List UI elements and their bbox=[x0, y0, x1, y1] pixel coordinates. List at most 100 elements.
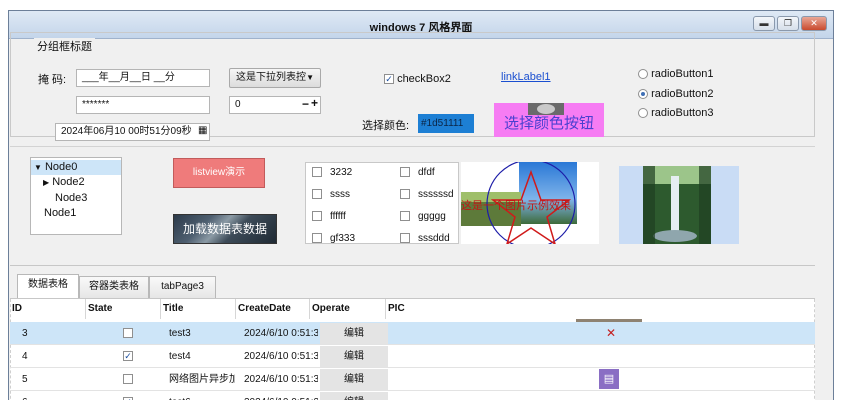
tree-node-2[interactable]: ▶ Node2 bbox=[43, 175, 85, 190]
maximize-button[interactable]: ❐ bbox=[777, 16, 799, 31]
cell-date: 2024/6/10 0:51:3 bbox=[244, 391, 318, 400]
radio-2-circle[interactable] bbox=[638, 89, 648, 100]
row-checkbox[interactable] bbox=[123, 374, 133, 385]
column-header-title[interactable]: Title bbox=[161, 299, 236, 319]
stepper-minus-icon[interactable]: − bbox=[302, 97, 309, 111]
waterfall-picture bbox=[619, 166, 739, 244]
checkbox2-label: checkBox2 bbox=[397, 73, 451, 85]
radio-button-1[interactable]: radioButton1 bbox=[638, 68, 713, 80]
cell-state[interactable]: ✓ bbox=[123, 391, 133, 400]
radio-button-3[interactable]: radioButton3 bbox=[638, 107, 713, 119]
color-value-box[interactable]: #1d51111 bbox=[418, 114, 474, 133]
list-item-checkbox[interactable] bbox=[312, 189, 322, 200]
link-label[interactable]: linkLabel1 bbox=[501, 71, 551, 83]
check-list-view[interactable]: 3232 dfdf ssss ssssssd ffffff ggggg gf33… bbox=[305, 162, 459, 244]
row-checkbox[interactable]: ✓ bbox=[123, 351, 133, 362]
list-item[interactable]: 3232 bbox=[312, 167, 352, 178]
chevron-down-icon: ▼ bbox=[306, 73, 314, 82]
cell-state[interactable]: ✓ bbox=[123, 345, 133, 368]
list-item-label: 3232 bbox=[330, 167, 353, 178]
cell-state[interactable] bbox=[123, 322, 133, 345]
star-picture: 这是一个图片示例效果 bbox=[461, 162, 599, 244]
color-select-button[interactable]: 选择颜色按钮 bbox=[494, 103, 604, 137]
radio-3-circle[interactable] bbox=[638, 108, 648, 119]
listview-demo-button[interactable]: listview演示 bbox=[173, 158, 265, 188]
checkbox2[interactable]: ✓ checkBox2 bbox=[384, 73, 451, 85]
column-header-createdate[interactable]: CreateDate bbox=[236, 299, 310, 319]
edit-button[interactable]: 编辑 bbox=[320, 369, 388, 390]
radio-3-label: radioButton3 bbox=[651, 107, 714, 119]
radio-1-circle[interactable] bbox=[638, 69, 648, 80]
list-item-checkbox[interactable] bbox=[312, 211, 322, 222]
cell-id: 3 bbox=[22, 328, 28, 339]
list-item-checkbox[interactable] bbox=[400, 189, 410, 200]
book-icon[interactable]: ▤ bbox=[599, 369, 619, 389]
tab-page3[interactable]: tabPage3 bbox=[149, 276, 216, 298]
radio-1-label: radioButton1 bbox=[651, 68, 714, 80]
password-input[interactable]: ******* bbox=[76, 96, 210, 114]
column-header-operate[interactable]: Operate bbox=[310, 299, 386, 319]
list-item-label: ssssssd bbox=[418, 189, 454, 200]
edit-button[interactable]: 编辑 bbox=[320, 392, 388, 400]
data-grid[interactable]: ID State Title CreateDate Operate PIC 3 … bbox=[10, 298, 815, 400]
column-header-state[interactable]: State bbox=[86, 299, 161, 319]
radio-button-2[interactable]: radioButton2 bbox=[638, 88, 713, 100]
tree-node-1[interactable]: Node1 bbox=[44, 206, 76, 221]
close-button[interactable]: ✕ bbox=[801, 16, 827, 31]
cell-title: test4 bbox=[169, 351, 191, 362]
radio-2-label: radioButton2 bbox=[651, 88, 714, 100]
list-item-checkbox[interactable] bbox=[400, 211, 410, 222]
datetime-value: 2024年06月10 00时51分09秒 bbox=[61, 126, 192, 137]
list-item-label: ggggg bbox=[418, 211, 446, 222]
table-row[interactable]: 6 ✓ test6 2024/6/10 0:51:3 编辑 bbox=[10, 391, 815, 400]
list-item[interactable]: ssss bbox=[312, 189, 350, 200]
tree-node-0[interactable]: ▼ Node0 bbox=[31, 160, 121, 175]
cell-title: test3 bbox=[169, 328, 191, 339]
list-item-checkbox[interactable] bbox=[400, 167, 410, 178]
minimize-button[interactable]: ▬ bbox=[753, 16, 775, 31]
list-item[interactable]: ssssssd bbox=[400, 189, 454, 200]
edit-button[interactable]: 编辑 bbox=[320, 346, 388, 367]
dropdown-combo[interactable]: 这是下拉列表控 ▼ bbox=[229, 68, 321, 88]
color-label: 选择颜色: bbox=[362, 120, 410, 132]
datetime-picker[interactable]: 2024年06月10 00时51分09秒 bbox=[55, 123, 210, 141]
list-item-label: ssss bbox=[330, 189, 350, 200]
list-item-checkbox[interactable] bbox=[312, 233, 322, 243]
calendar-icon[interactable]: ▦ bbox=[198, 125, 207, 136]
tab-data-table[interactable]: 数据表格 bbox=[17, 274, 79, 299]
tree-node-label: Node3 bbox=[55, 192, 88, 204]
masked-input[interactable]: ___年__月__日 __分 bbox=[76, 69, 210, 87]
tree-view[interactable]: ▼ Node0 ▶ Node2 Node3 Node1 bbox=[30, 157, 122, 235]
list-item[interactable]: ffffff bbox=[312, 211, 346, 222]
delete-icon[interactable]: ✕ bbox=[606, 322, 616, 345]
edit-button[interactable]: 编辑 bbox=[320, 323, 388, 344]
tree-node-3[interactable]: Node3 bbox=[55, 191, 87, 206]
table-row[interactable]: 3 test3 2024/6/10 0:51:3 编辑 ✕ bbox=[10, 322, 815, 345]
list-item-checkbox[interactable] bbox=[312, 167, 322, 178]
list-item[interactable]: ggggg bbox=[400, 211, 446, 222]
row-checkbox[interactable] bbox=[123, 328, 133, 339]
list-item[interactable]: dfdf bbox=[400, 167, 435, 178]
cell-id: 6 bbox=[22, 391, 28, 400]
expanded-arrow-icon[interactable]: ▼ bbox=[34, 163, 42, 172]
column-header-pic[interactable]: PIC bbox=[386, 299, 566, 319]
list-item[interactable]: sssddd bbox=[400, 233, 450, 243]
stepper-plus-icon[interactable]: + bbox=[311, 96, 318, 110]
color-button-label: 选择颜色按钮 bbox=[504, 115, 595, 132]
cell-date: 2024/6/10 0:51:3 bbox=[244, 351, 318, 362]
load-data-button[interactable]: 加载数据表数据 bbox=[173, 214, 277, 244]
column-header-id[interactable]: ID bbox=[10, 299, 86, 319]
tab-container-table[interactable]: 容器类表格 bbox=[79, 276, 149, 298]
table-row[interactable]: 5 网络图片异步加载 2024/6/10 0:51:3 编辑 ▤ bbox=[10, 368, 815, 391]
collapsed-arrow-icon[interactable]: ▶ bbox=[43, 178, 49, 187]
list-item-checkbox[interactable] bbox=[400, 233, 410, 243]
cell-state[interactable] bbox=[123, 368, 133, 391]
star-picture-graphic: 这是一个图片示例效果 bbox=[461, 162, 577, 244]
tree-node-label: Node1 bbox=[44, 207, 77, 219]
checkbox2-box[interactable]: ✓ bbox=[384, 74, 394, 85]
table-row[interactable]: 4 ✓ test4 2024/6/10 0:51:3 编辑 bbox=[10, 345, 815, 368]
list-item-label: ffffff bbox=[330, 211, 346, 222]
picture-overlay-text: 这是一个图片示例效果 bbox=[461, 198, 571, 212]
cell-id: 4 bbox=[22, 351, 28, 362]
list-item[interactable]: gf333 bbox=[312, 233, 355, 243]
